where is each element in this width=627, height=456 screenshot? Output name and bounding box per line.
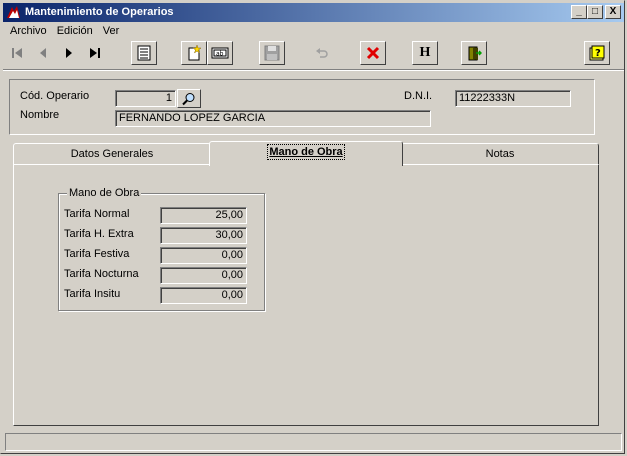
help-icon: ? <box>589 45 605 61</box>
codigo-label: Cód. Operario <box>20 90 90 102</box>
tarifa-festiva-field[interactable]: 0,00 <box>160 247 247 264</box>
first-record-button[interactable] <box>4 41 30 65</box>
exit-button[interactable] <box>461 41 487 65</box>
prev-icon <box>40 48 46 58</box>
last-record-button[interactable] <box>82 41 108 65</box>
nombre-label: Nombre <box>20 109 60 121</box>
tarifa-extra-field[interactable]: 30,00 <box>160 227 247 244</box>
next-icon <box>66 48 72 58</box>
new-icon <box>188 45 202 61</box>
maximize-button[interactable]: □ <box>587 5 603 19</box>
tab-label: Notas <box>485 148 515 160</box>
prev-record-button[interactable] <box>30 41 56 65</box>
app-window: Mantenimiento de Operarios _ □ X Archivo… <box>0 0 625 454</box>
delete-icon <box>366 46 380 60</box>
tab-strip: Datos Generales Mano de Obra Notas <box>13 141 599 166</box>
tab-label: Datos Generales <box>70 148 154 160</box>
svg-text:?: ? <box>595 48 601 59</box>
exit-door-icon <box>468 46 482 61</box>
tab-datos-generales[interactable]: Datos Generales <box>13 143 211 165</box>
menu-ver[interactable]: Ver <box>98 23 125 40</box>
tab-mano-de-obra[interactable]: Mano de Obra <box>209 141 403 166</box>
close-button[interactable]: X <box>605 5 621 19</box>
next-record-button[interactable] <box>56 41 82 65</box>
dni-label: D.N.I. <box>404 90 433 102</box>
new-record-button[interactable] <box>181 41 207 65</box>
toolbar-separator <box>3 69 624 71</box>
tarifa-nocturna-label: Tarifa Nocturna <box>64 268 139 280</box>
h-icon: H <box>419 45 431 60</box>
menu-edicion[interactable]: Edición <box>52 23 98 40</box>
menu-bar: Archivo Edición Ver <box>5 23 124 40</box>
tarifa-insitu-label: Tarifa Insitu <box>64 288 121 300</box>
edit-icon: ab <box>211 47 229 59</box>
status-bar <box>5 433 622 451</box>
title-bar[interactable]: Mantenimiento de Operarios _ □ X <box>3 3 624 22</box>
undo-button[interactable] <box>309 41 335 65</box>
group-title: Mano de Obra <box>67 187 142 199</box>
tarifa-extra-label: Tarifa H. Extra <box>64 228 134 240</box>
toolbar: ab H ? <box>3 39 624 67</box>
window-title: Mantenimiento de Operarios <box>25 6 174 18</box>
save-button[interactable] <box>259 41 285 65</box>
svg-text:ab: ab <box>216 51 224 58</box>
menu-archivo[interactable]: Archivo <box>5 23 52 40</box>
nombre-field[interactable]: FERNANDO LOPEZ GARCIA <box>115 110 431 127</box>
search-button[interactable] <box>177 89 201 108</box>
undo-icon <box>316 48 328 58</box>
tarifa-festiva-label: Tarifa Festiva <box>64 248 130 260</box>
list-button[interactable] <box>131 41 157 65</box>
tab-label: Mano de Obra <box>267 144 345 160</box>
minimize-button[interactable]: _ <box>571 5 587 19</box>
list-icon <box>137 45 151 61</box>
history-button[interactable]: H <box>412 41 438 65</box>
tarifa-nocturna-field[interactable]: 0,00 <box>160 267 247 284</box>
help-button[interactable]: ? <box>584 41 610 65</box>
app-logo-icon <box>6 5 21 20</box>
dni-field[interactable]: 11222333N <box>455 90 571 107</box>
delete-button[interactable] <box>360 41 386 65</box>
tarifa-insitu-field[interactable]: 0,00 <box>160 287 247 304</box>
first-icon <box>12 48 22 58</box>
tab-notas[interactable]: Notas <box>401 143 599 165</box>
last-icon <box>90 48 100 58</box>
search-icon <box>182 92 195 105</box>
tarifa-normal-field[interactable]: 25,00 <box>160 207 247 224</box>
tarifa-normal-label: Tarifa Normal <box>64 208 130 220</box>
codigo-field[interactable]: 1 <box>115 90 176 107</box>
edit-record-button[interactable]: ab <box>207 41 233 65</box>
save-icon <box>264 45 280 61</box>
